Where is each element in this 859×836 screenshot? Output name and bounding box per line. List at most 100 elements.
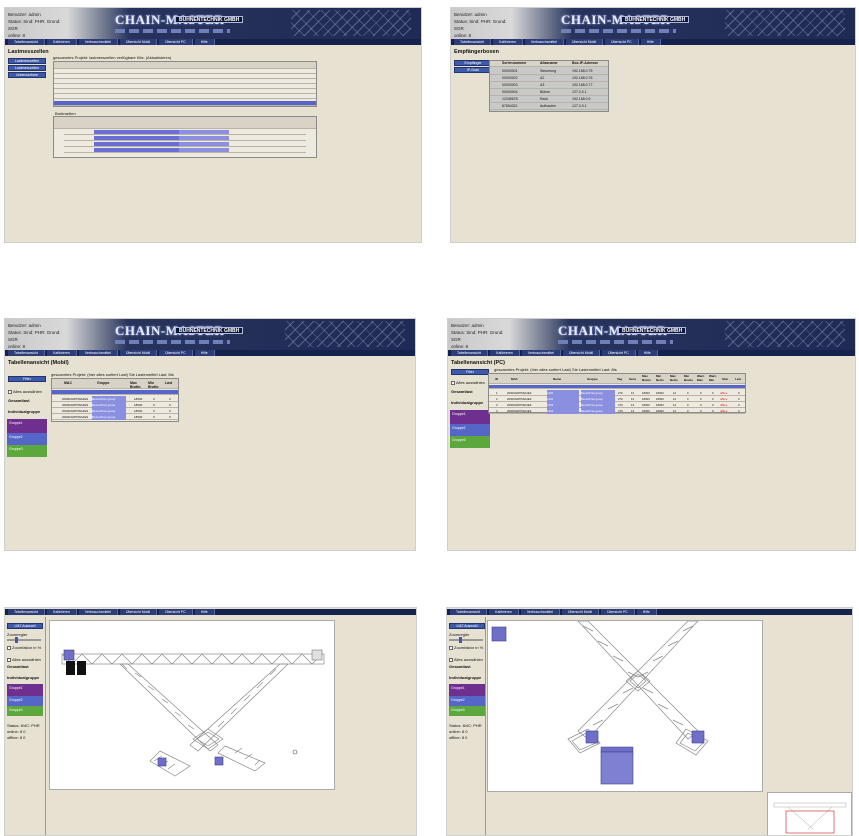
col-header[interactable]: Gruppe bbox=[587, 377, 598, 381]
nav-tab[interactable]: Verbrauchsmittel bbox=[78, 350, 118, 356]
nav-tab[interactable]: Übersicht PC bbox=[602, 350, 636, 356]
group-item[interactable]: Gruppe3 bbox=[7, 445, 47, 457]
load-cell-marker[interactable] bbox=[491, 626, 507, 642]
col-header[interactable]: Last bbox=[165, 381, 172, 385]
checkbox[interactable] bbox=[449, 657, 453, 662]
nav-tab[interactable]: Tabellenansicht bbox=[454, 39, 492, 45]
lmz-select-button[interactable]: LMZ Auswahl bbox=[449, 623, 485, 629]
table-row[interactable]: 00000003 A3 192.168.0.77 bbox=[490, 82, 608, 89]
col-header[interactable]: Min Brutto bbox=[148, 381, 162, 389]
nav-tab[interactable]: Übersicht PC bbox=[601, 609, 635, 615]
nav-tab[interactable]: Hilfe bbox=[194, 39, 215, 45]
zoom-slider[interactable] bbox=[7, 637, 41, 643]
table-filter-row[interactable] bbox=[52, 390, 178, 395]
col-header[interactable]: Max Brutto bbox=[642, 374, 652, 382]
nav-tab[interactable]: Übersicht PC bbox=[159, 39, 193, 45]
table-row[interactable]: 12345678 Rack 192.168.0.9 bbox=[490, 96, 608, 103]
load-cell-marker[interactable] bbox=[214, 756, 224, 766]
group-item[interactable]: Gruppe1 bbox=[450, 410, 490, 424]
nav-tab[interactable]: Kalibrieren bbox=[489, 609, 519, 615]
table-row[interactable]: 00000001 Steuerung 192.168.0.75 bbox=[490, 68, 608, 75]
nav-tab[interactable]: Übersicht PC bbox=[159, 609, 193, 615]
zoom-factor-checkbox[interactable]: Zoomfaktor in % bbox=[7, 645, 41, 650]
col-header[interactable]: Min Brutto bbox=[684, 374, 694, 382]
group-item[interactable]: Gruppe2 bbox=[7, 696, 43, 706]
side-button[interactable]: Empfänger bbox=[454, 60, 492, 66]
col-header[interactable]: Tag bbox=[617, 377, 622, 381]
nav-tab[interactable]: Verbrauchsmittel bbox=[520, 609, 560, 615]
group-item[interactable]: Gruppe3 bbox=[449, 706, 485, 716]
group-item[interactable]: Gruppe2 bbox=[450, 424, 490, 436]
col-header[interactable]: Last bbox=[735, 377, 741, 381]
col-header[interactable]: Warn Min bbox=[709, 374, 719, 382]
group-item[interactable]: Gruppe1 bbox=[449, 684, 485, 696]
nav-tab[interactable]: Übersicht Mobil bbox=[119, 350, 158, 356]
table-row[interactable] bbox=[64, 142, 306, 147]
nav-tab[interactable]: Hilfe bbox=[640, 39, 661, 45]
load-cell-popup[interactable] bbox=[600, 751, 634, 785]
col-header[interactable]: Name bbox=[553, 377, 561, 381]
zoom-factor-checkbox[interactable]: Zoomfaktor in % bbox=[449, 645, 483, 650]
checkbox[interactable] bbox=[8, 389, 12, 394]
truss-canvas[interactable] bbox=[487, 620, 763, 792]
nav-tab[interactable]: Hilfe bbox=[637, 350, 658, 356]
minimap-viewport[interactable] bbox=[785, 810, 835, 834]
col-header[interactable]: Max Brutto bbox=[130, 381, 144, 389]
col-header[interactable]: Sens bbox=[629, 377, 636, 381]
slider-handle[interactable] bbox=[15, 637, 18, 643]
nav-tab[interactable]: Tabellenansicht bbox=[8, 39, 46, 45]
filter-button[interactable]: Filter bbox=[8, 376, 46, 382]
select-all-checkbox[interactable]: Alles auswählen bbox=[451, 380, 485, 385]
group-item[interactable]: Gruppe2 bbox=[7, 433, 47, 445]
load-cell-marker[interactable] bbox=[585, 730, 599, 744]
col-header[interactable]: Box-IP-Adresse bbox=[572, 61, 598, 65]
nav-tab[interactable]: Hilfe bbox=[194, 609, 215, 615]
load-cell-marker[interactable] bbox=[691, 730, 705, 744]
nav-tab[interactable]: Verbrauchsmittel bbox=[521, 350, 561, 356]
group-item[interactable]: Gruppe2 bbox=[449, 696, 485, 706]
side-button[interactable]: Unbenutzbare bbox=[8, 72, 46, 78]
nav-tab[interactable]: Kalibrieren bbox=[47, 39, 77, 45]
col-header[interactable]: Gruppe bbox=[97, 381, 109, 385]
select-all-checkbox[interactable]: Alles auswählen bbox=[8, 389, 42, 394]
side-button[interactable]: Lastmesszellen bbox=[8, 65, 46, 71]
col-header[interactable]: ID bbox=[495, 377, 498, 381]
table-row[interactable] bbox=[64, 148, 306, 153]
group-item[interactable]: Gruppe3 bbox=[450, 436, 490, 448]
nav-tab[interactable]: Verbrauchsmittel bbox=[524, 39, 564, 45]
checkbox[interactable] bbox=[7, 645, 11, 650]
table-row[interactable] bbox=[64, 130, 306, 135]
col-header[interactable]: Warn Max bbox=[697, 374, 707, 382]
table-filter-row[interactable] bbox=[54, 101, 316, 106]
col-header[interactable]: Max Netto bbox=[670, 374, 680, 382]
nav-tab[interactable]: Übersicht Mobil bbox=[565, 39, 604, 45]
load-cell-marker[interactable] bbox=[63, 649, 75, 661]
table-filter-row[interactable] bbox=[489, 385, 745, 389]
col-header[interactable]: MAC bbox=[511, 377, 518, 381]
nav-tab[interactable]: Übersicht PC bbox=[159, 350, 193, 356]
side-button[interactable]: IP-Scan bbox=[454, 67, 492, 73]
table-row[interactable]: 00000002 A2 192.168.0.76 bbox=[490, 75, 608, 82]
col-header[interactable]: Stat bbox=[722, 377, 728, 381]
nav-tab[interactable]: Verbrauchsmittel bbox=[78, 39, 118, 45]
table-row[interactable]: 4 20000A08769A4E9 L304 Bezeichnet group … bbox=[489, 408, 745, 414]
col-header[interactable]: Min Netto bbox=[656, 374, 666, 382]
minimap[interactable] bbox=[767, 792, 852, 835]
load-cell-marker[interactable] bbox=[157, 757, 167, 767]
col-header[interactable]: Aliasname bbox=[540, 61, 558, 65]
filter-button[interactable]: Filter bbox=[451, 369, 489, 375]
nav-tab[interactable]: Kalibrieren bbox=[47, 609, 77, 615]
group-item[interactable]: Gruppe1 bbox=[7, 419, 47, 433]
col-header[interactable]: Seriennummer bbox=[502, 61, 527, 65]
nav-tab[interactable]: Kalibrieren bbox=[493, 39, 523, 45]
table-row[interactable]: 00000004 Bühne 127.0.0.1 bbox=[490, 89, 608, 96]
nav-tab[interactable]: Kalibrieren bbox=[490, 350, 520, 356]
col-header[interactable]: MAC bbox=[64, 381, 72, 385]
zoom-slider[interactable] bbox=[449, 637, 483, 643]
table-row[interactable]: 87654321 Aufbauten 127.0.0.1 bbox=[490, 103, 608, 110]
slider-handle[interactable] bbox=[459, 637, 462, 643]
group-item[interactable]: Gruppe1 bbox=[7, 684, 43, 696]
side-button[interactable]: Lastmesszellen bbox=[8, 58, 46, 64]
nav-tab[interactable]: Übersicht Mobil bbox=[562, 350, 601, 356]
select-all-checkbox[interactable]: Alles auswählen bbox=[449, 657, 483, 662]
